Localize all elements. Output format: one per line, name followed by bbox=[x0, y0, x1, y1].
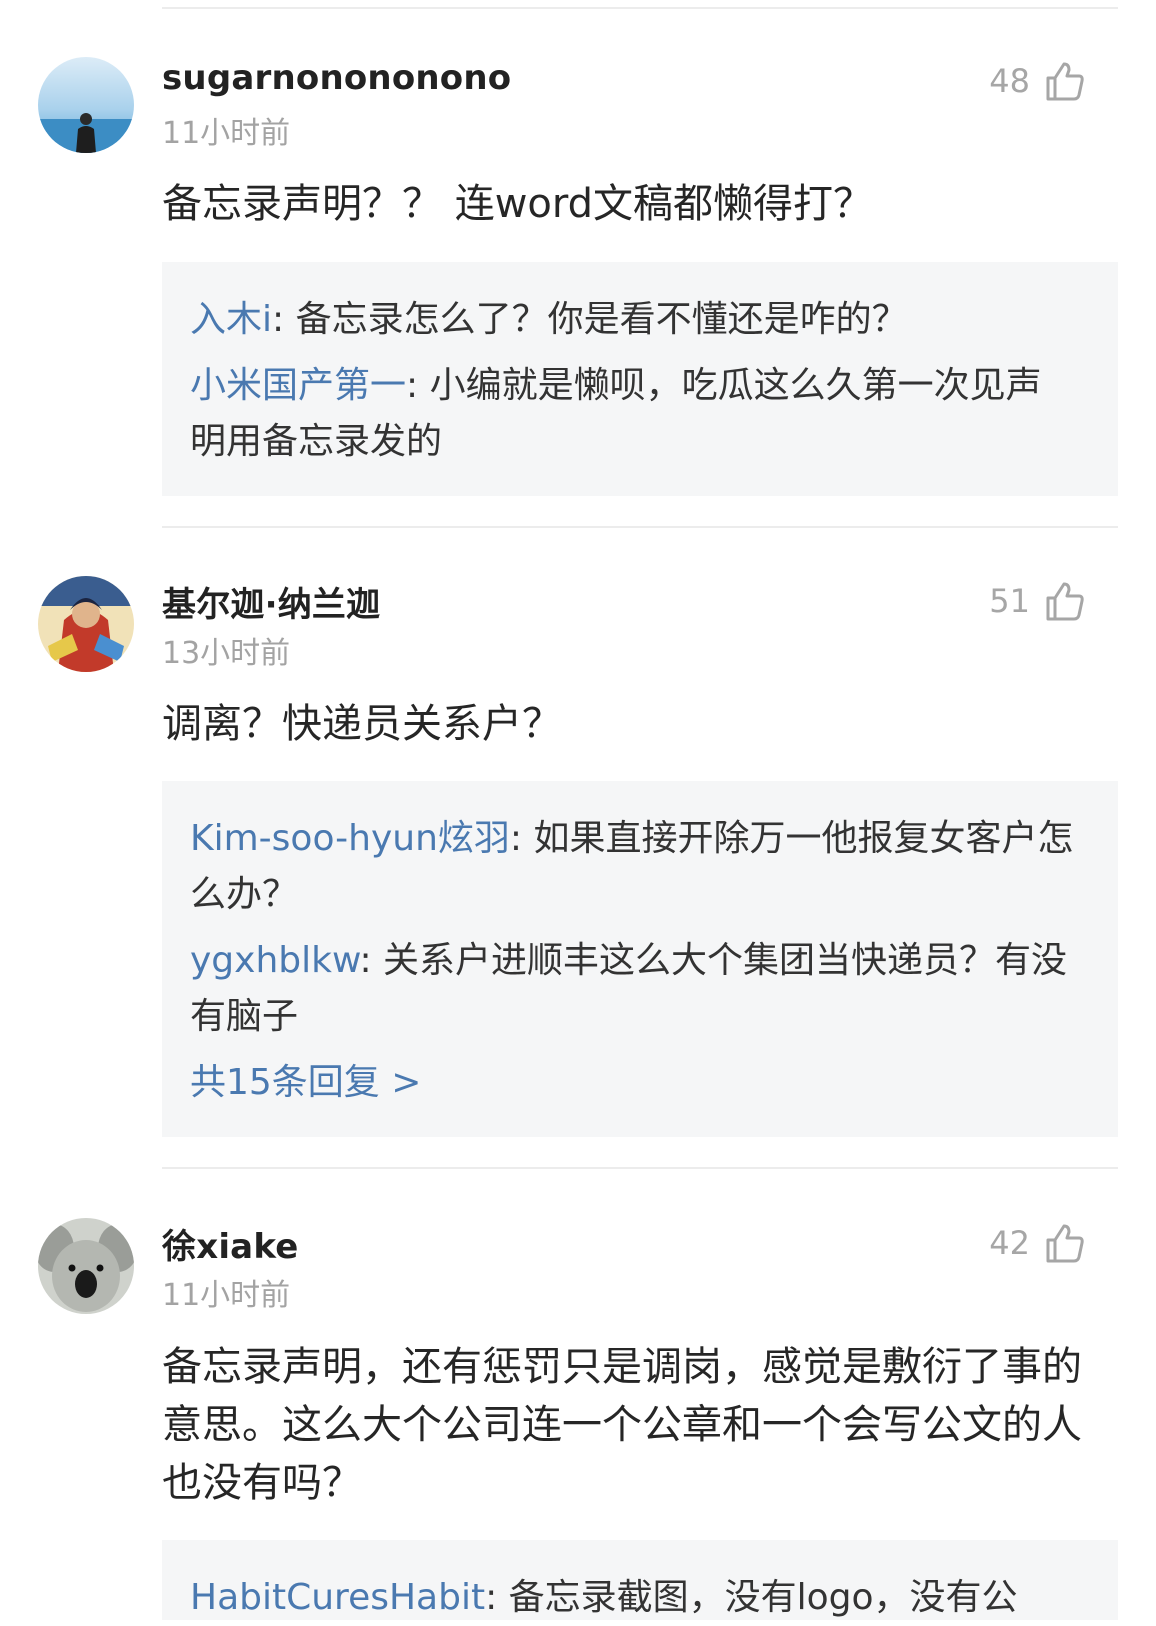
thumbs-up-icon bbox=[1046, 582, 1084, 621]
reply-text: : 备忘录怎么了？你是看不懂还是咋的？ bbox=[272, 299, 908, 340]
comment-text: 备忘录声明？？ 连word文稿都懒得打？ bbox=[162, 181, 874, 227]
reply-username[interactable]: ygxhblkw bbox=[190, 940, 359, 981]
reply-item: ygxhblkw: 关系户进顺丰这么大个集团当快递员？有没有脑子 bbox=[190, 933, 1076, 1045]
avatar[interactable] bbox=[38, 1218, 134, 1314]
username[interactable]: 基尔迦·纳兰迦 bbox=[162, 577, 380, 626]
avatar-image bbox=[38, 1218, 134, 1314]
reply-box[interactable]: 入木i: 备忘录怎么了？你是看不懂还是咋的？ 小米国产第一: 小编就是懒呗，吃瓜… bbox=[162, 262, 1118, 496]
reply-username[interactable]: HabitCuresHabit bbox=[190, 1577, 485, 1618]
username[interactable]: sugarnonononono bbox=[162, 58, 511, 98]
like-button[interactable]: 48 bbox=[989, 56, 1086, 106]
comment-text: 调离？快递员关系户？ bbox=[162, 701, 562, 747]
more-replies-link[interactable]: 共15条回复 > bbox=[190, 1055, 1076, 1111]
like-count: 42 bbox=[989, 1224, 1030, 1262]
reply-item: 小米国产第一: 小编就是懒呗，吃瓜这么久第一次见声明用备忘录发的 bbox=[190, 358, 1076, 470]
timestamp: 11小时前 bbox=[162, 116, 291, 151]
reply-item: HabitCuresHabit: 备忘录截图，没有logo，没有公 bbox=[190, 1570, 1076, 1626]
divider bbox=[162, 526, 1118, 528]
reply-username[interactable]: Kim-soo-hyun炫羽 bbox=[190, 818, 510, 859]
username[interactable]: 徐xiake bbox=[162, 1219, 299, 1268]
like-button[interactable]: 42 bbox=[989, 1218, 1086, 1268]
reply-username[interactable]: 小米国产第一 bbox=[190, 365, 406, 406]
reply-text: : 备忘录截图，没有logo，没有公 bbox=[485, 1577, 1018, 1618]
avatar-image bbox=[38, 576, 134, 672]
like-count: 51 bbox=[989, 582, 1030, 620]
avatar[interactable] bbox=[38, 57, 134, 153]
reply-item: Kim-soo-hyun炫羽: 如果直接开除万一他报复女客户怎么办？ bbox=[190, 811, 1076, 923]
reply-box[interactable]: Kim-soo-hyun炫羽: 如果直接开除万一他报复女客户怎么办？ ygxhb… bbox=[162, 781, 1118, 1137]
like-count: 48 bbox=[989, 62, 1030, 100]
thumbs-up-icon bbox=[1046, 62, 1084, 101]
like-button[interactable]: 51 bbox=[989, 576, 1086, 626]
reply-username[interactable]: 入木i bbox=[190, 299, 272, 340]
timestamp: 13小时前 bbox=[162, 636, 291, 671]
comment-text: 备忘录声明，还有惩罚只是调岗，感觉是敷衍了事的意思。这么大个公司连一个公章和一个… bbox=[162, 1344, 1082, 1506]
divider bbox=[162, 1167, 1118, 1169]
reply-box[interactable]: HabitCuresHabit: 备忘录截图，没有logo，没有公 bbox=[162, 1540, 1118, 1620]
avatar-image bbox=[38, 57, 134, 153]
thumbs-up-icon bbox=[1046, 1224, 1084, 1263]
reply-item: 入木i: 备忘录怎么了？你是看不懂还是咋的？ bbox=[190, 292, 1076, 348]
avatar[interactable] bbox=[38, 576, 134, 672]
timestamp: 11小时前 bbox=[162, 1278, 291, 1313]
divider bbox=[162, 7, 1118, 9]
